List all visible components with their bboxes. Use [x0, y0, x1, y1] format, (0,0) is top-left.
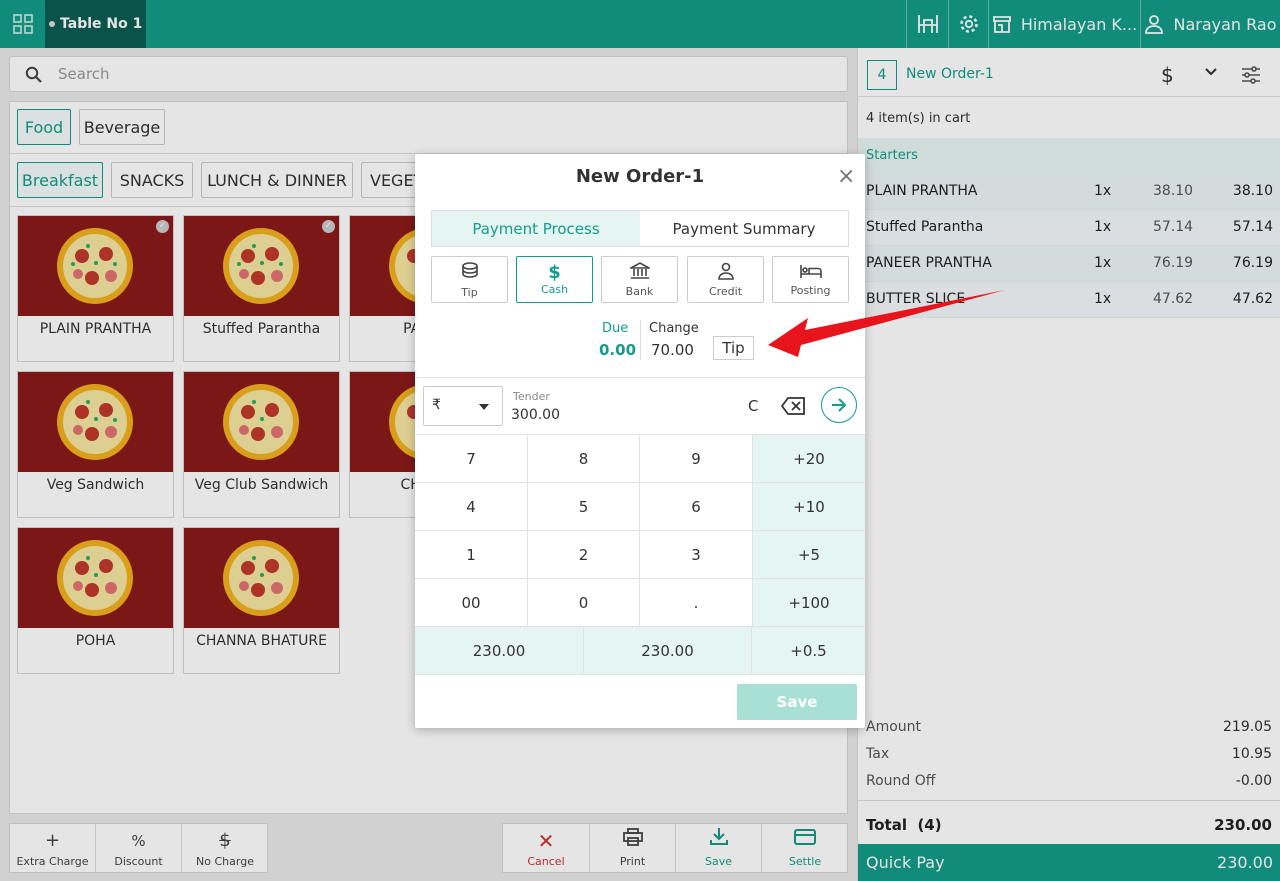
annotation-arrow [768, 290, 1005, 357]
